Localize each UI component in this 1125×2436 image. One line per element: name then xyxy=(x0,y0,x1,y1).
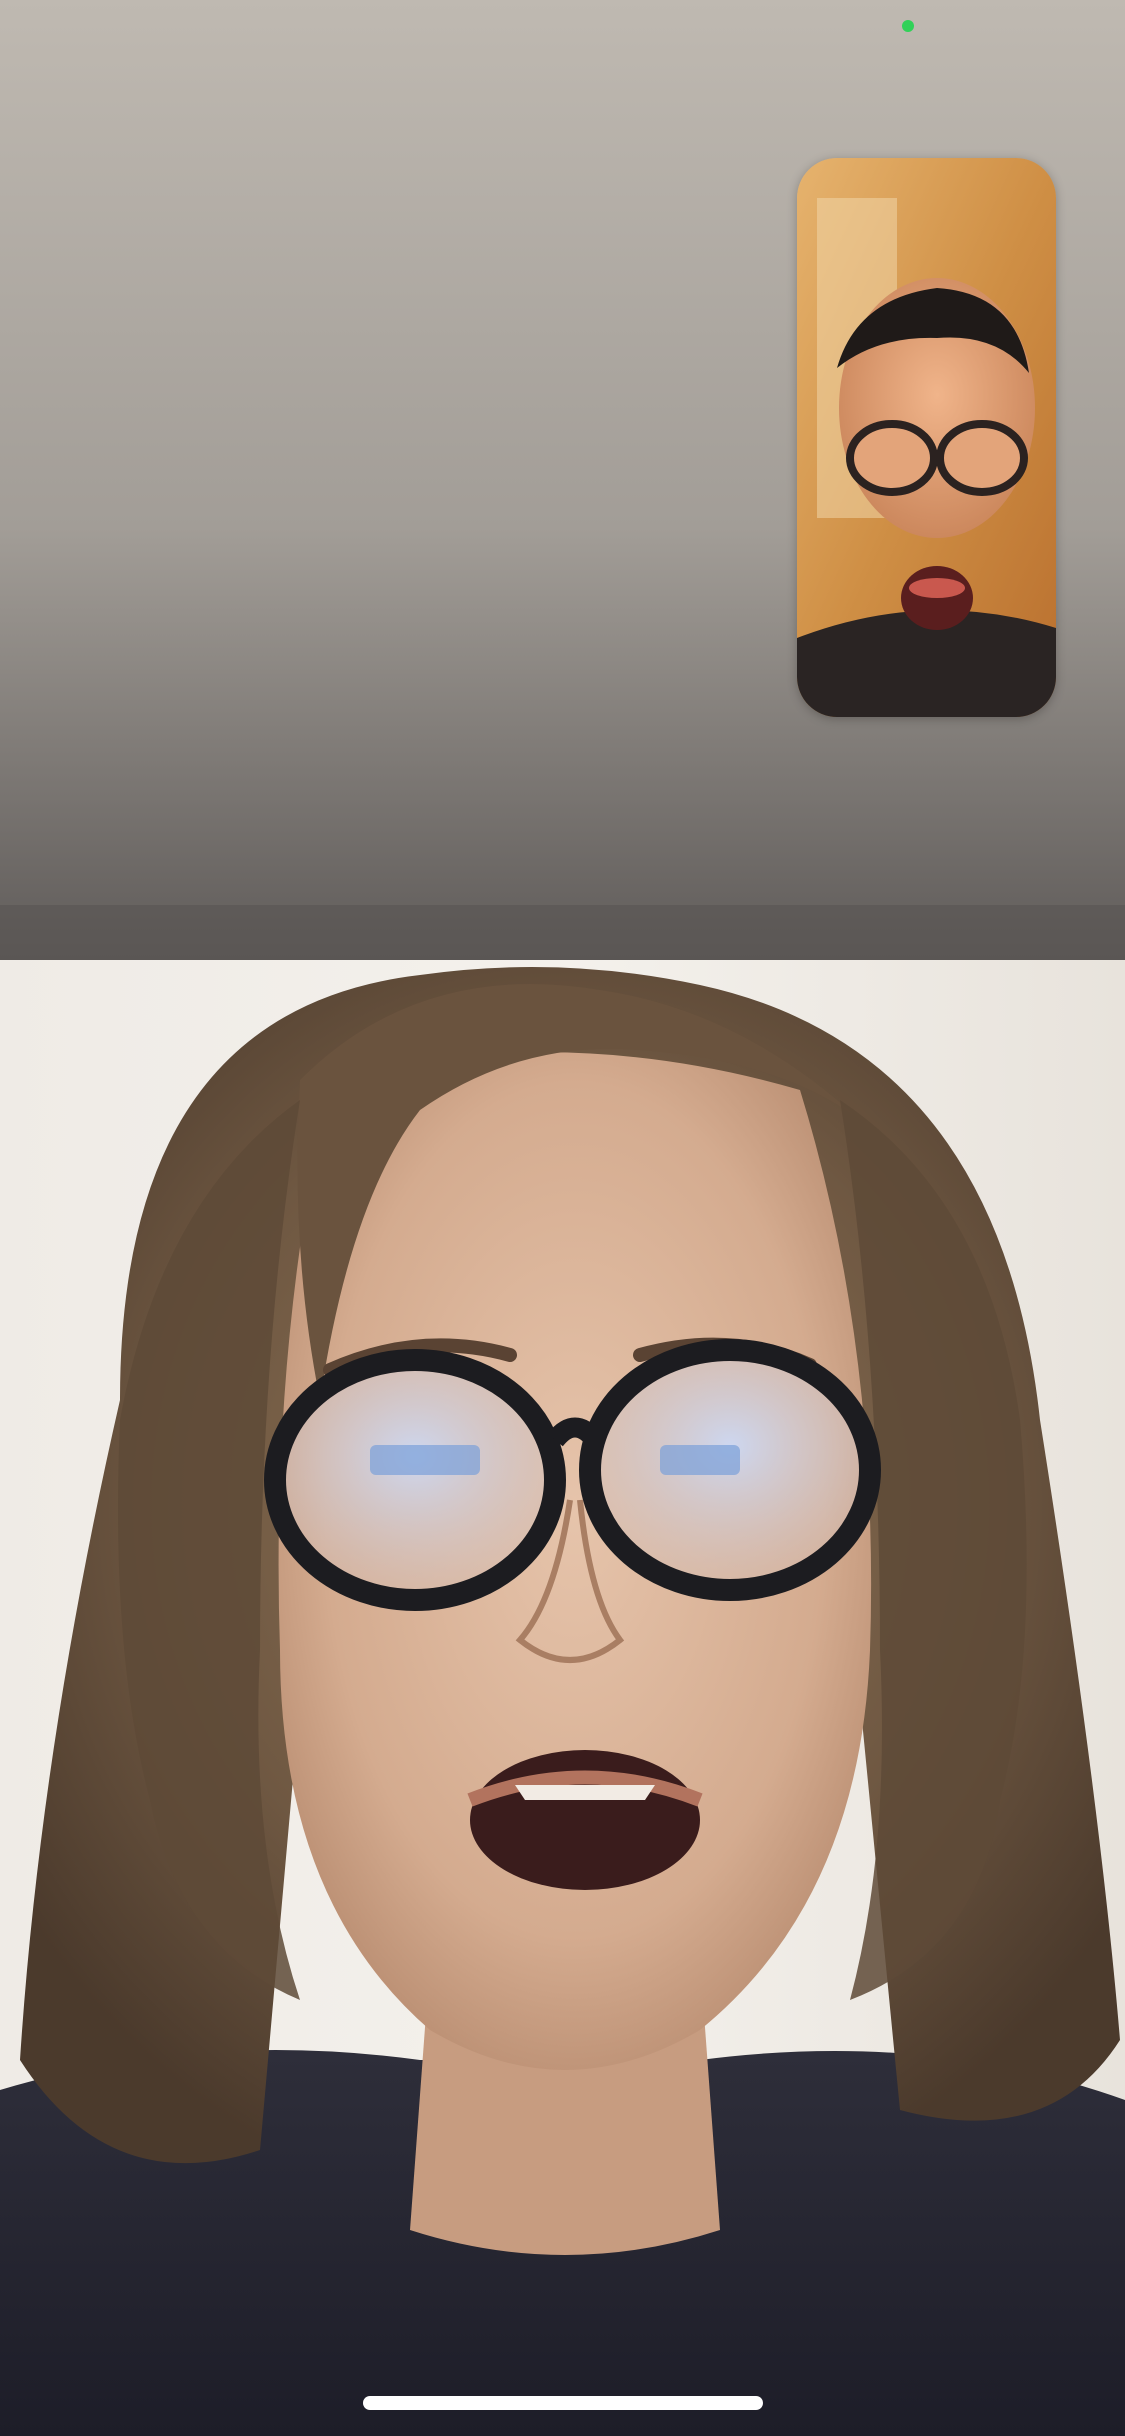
camera-in-use-indicator xyxy=(902,20,914,32)
home-indicator[interactable] xyxy=(363,2396,763,2410)
self-view-image xyxy=(797,158,1056,717)
self-view-video[interactable] xyxy=(797,158,1056,717)
facetime-call-screen xyxy=(0,0,1125,2436)
